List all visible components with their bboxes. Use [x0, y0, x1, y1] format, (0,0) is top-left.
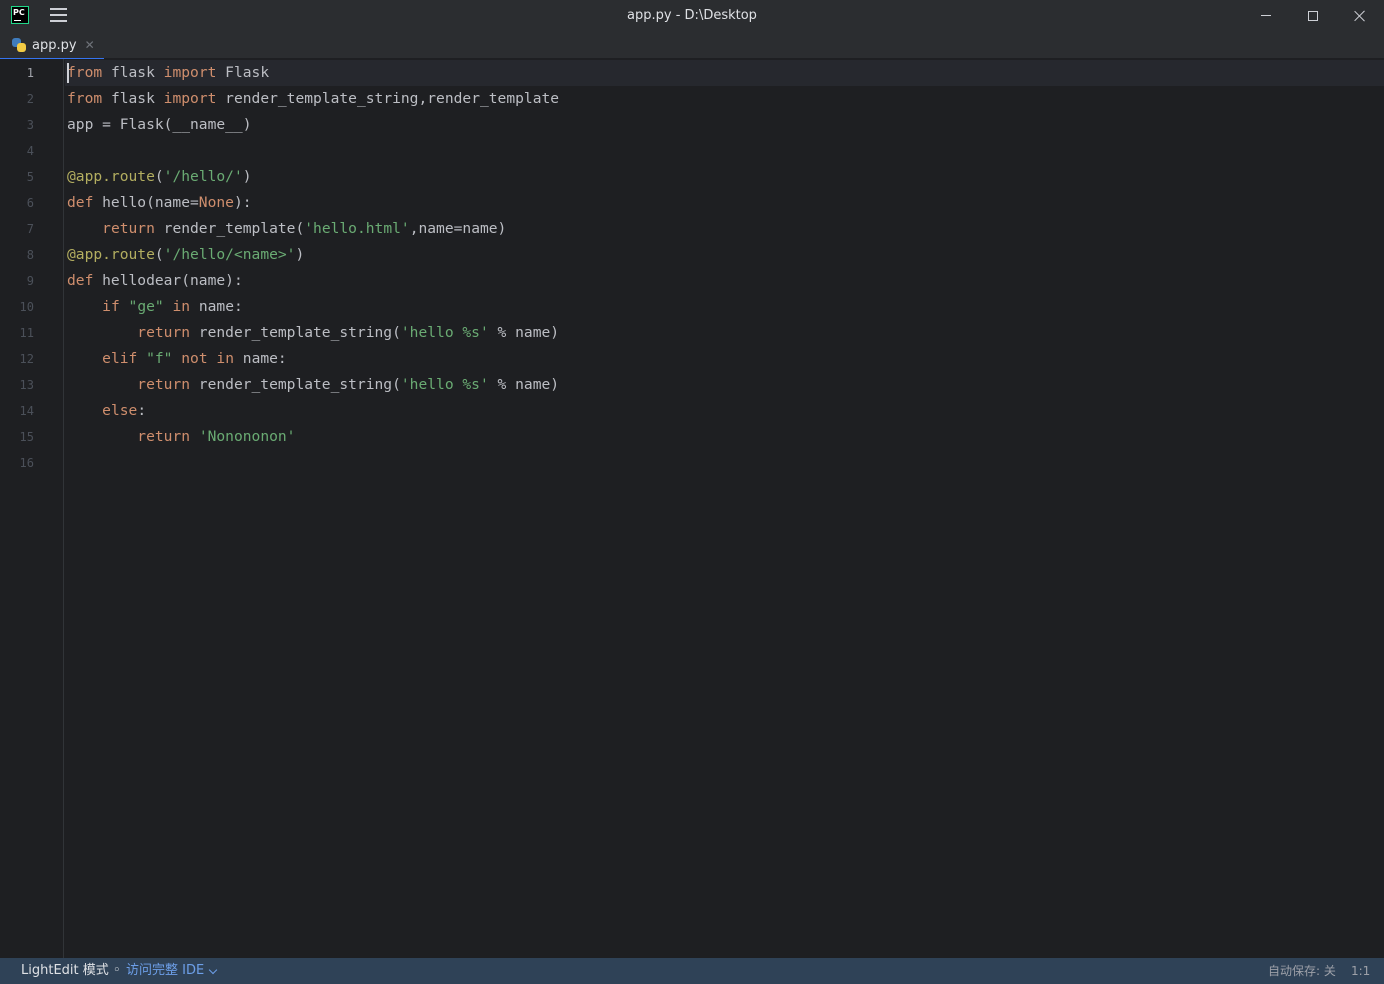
status-bar: LightEdit 模式 ◦ 访问完整 IDE 自动保存: 关 1:1 — [0, 958, 1384, 984]
maximize-icon — [1308, 10, 1318, 21]
pycharm-lightedit-window: PC app.py - D:\Desktop app.py ✕ 12345678… — [0, 0, 1384, 984]
code-line[interactable]: else: — [67, 398, 146, 424]
maximize-button[interactable] — [1290, 0, 1336, 31]
pycharm-logo-icon[interactable]: PC — [11, 6, 29, 24]
line-number[interactable]: 12 — [0, 346, 34, 372]
line-number[interactable]: 4 — [0, 138, 34, 164]
code-line[interactable]: from flask import Flask — [67, 60, 269, 86]
line-number-gutter[interactable]: 1 2 3 4 5 6 7 8 9 10 11 12 13 14 15 16 — [0, 59, 64, 958]
code-line[interactable]: def hello(name=None): — [67, 190, 252, 216]
title-bar[interactable]: PC app.py - D:\Desktop — [0, 0, 1384, 31]
text-caret — [67, 63, 69, 83]
code-line[interactable]: return render_template_string('hello %s'… — [67, 320, 559, 346]
tab-close-icon[interactable]: ✕ — [85, 38, 95, 52]
line-number[interactable]: 10 — [0, 294, 34, 320]
code-line[interactable]: from flask import render_template_string… — [67, 86, 559, 112]
minimize-icon — [1261, 15, 1271, 16]
line-number[interactable]: 1 — [0, 60, 34, 86]
python-file-icon — [12, 38, 26, 52]
line-number[interactable]: 14 — [0, 398, 34, 424]
caret-position[interactable]: 1:1 — [1351, 958, 1370, 984]
code-line[interactable]: app = Flask(__name__) — [67, 112, 252, 138]
main-menu-icon[interactable] — [50, 8, 67, 22]
lightedit-mode-label[interactable]: LightEdit 模式 ◦ — [21, 958, 121, 984]
open-full-ide-label: 访问完整 IDE — [126, 963, 205, 978]
code-line[interactable]: return render_template('hello.html',name… — [67, 216, 506, 242]
code-line[interactable]: @app.route('/hello/') — [67, 164, 252, 190]
line-number[interactable]: 6 — [0, 190, 34, 216]
line-number[interactable]: 2 — [0, 86, 34, 112]
code-line[interactable]: return render_template_string('hello %s'… — [67, 372, 559, 398]
close-icon — [1354, 10, 1366, 22]
code-line[interactable]: return 'Nonononon' — [67, 424, 295, 450]
code-line[interactable]: def hellodear(name): — [67, 268, 243, 294]
logo-text: PC — [13, 8, 25, 17]
autosave-status[interactable]: 自动保存: 关 — [1268, 958, 1336, 984]
close-window-button[interactable] — [1337, 0, 1383, 31]
window-title: app.py - D:\Desktop — [627, 8, 757, 23]
line-number[interactable]: 16 — [0, 450, 34, 476]
line-number[interactable]: 3 — [0, 112, 34, 138]
line-number[interactable]: 11 — [0, 320, 34, 346]
editor-tab-bar: app.py ✕ — [0, 31, 1384, 60]
code-editor[interactable]: 1 2 3 4 5 6 7 8 9 10 11 12 13 14 15 16 from flask impor… — [0, 59, 1384, 958]
tab-label: app.py — [32, 37, 77, 53]
line-number[interactable]: 9 — [0, 268, 34, 294]
tab-app-py[interactable]: app.py ✕ — [0, 31, 104, 60]
code-line[interactable]: @app.route('/hello/<name>') — [67, 242, 304, 268]
line-number[interactable]: 5 — [0, 164, 34, 190]
line-number[interactable]: 7 — [0, 216, 34, 242]
code-line[interactable]: elif "f" not in name: — [67, 346, 287, 372]
line-number[interactable]: 8 — [0, 242, 34, 268]
code-line[interactable]: if "ge" in name: — [67, 294, 243, 320]
line-number[interactable]: 13 — [0, 372, 34, 398]
line-number[interactable]: 15 — [0, 424, 34, 450]
chevron-down-icon — [208, 965, 218, 974]
open-full-ide-link[interactable]: 访问完整 IDE — [126, 958, 218, 984]
minimize-button[interactable] — [1243, 0, 1289, 31]
